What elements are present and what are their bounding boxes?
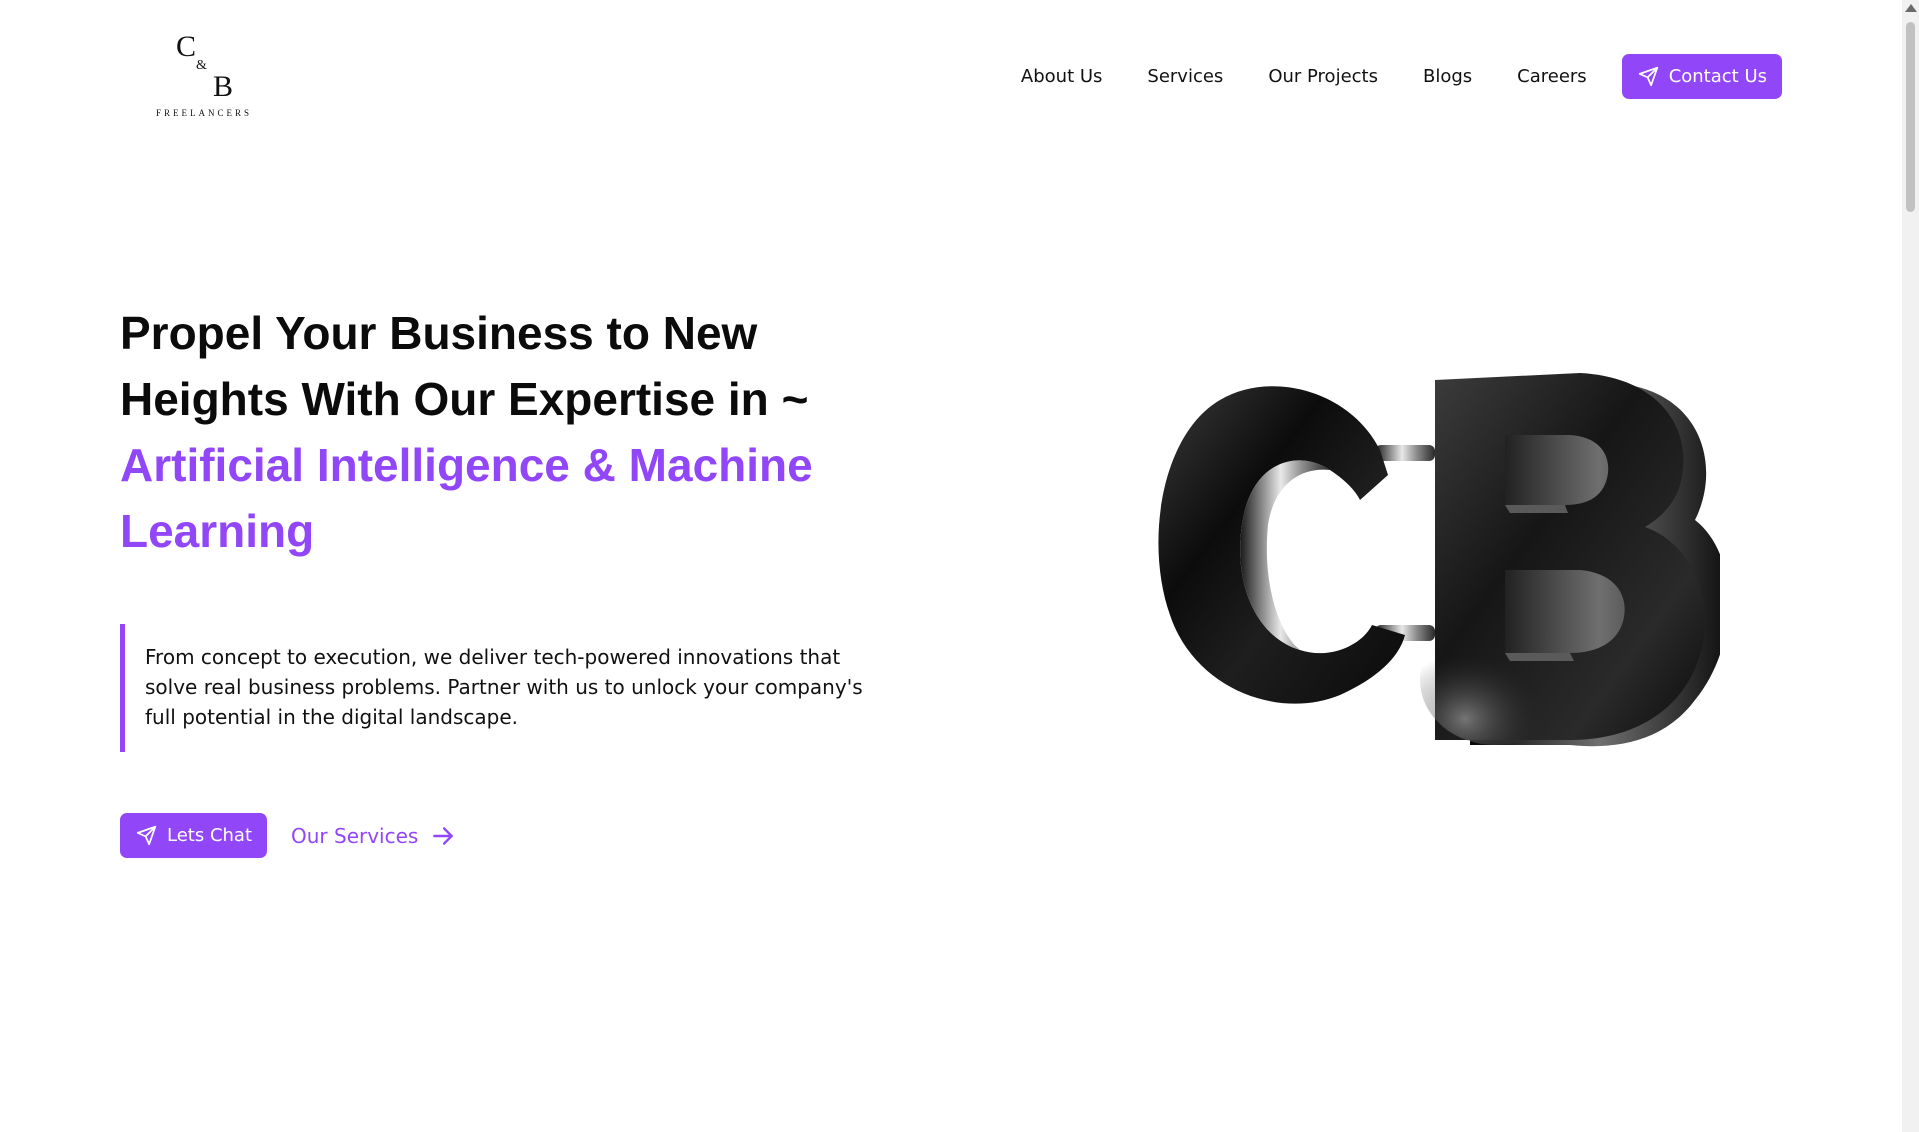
cb-connector-top [1375,445,1435,461]
logo[interactable]: C & B FREELANCERS [150,30,260,122]
nav-our-projects[interactable]: Our Projects [1268,55,1378,99]
cb-b-hole-wall-top [1505,505,1568,513]
page: C & B FREELANCERS About Us Services Our … [0,0,1919,1132]
logo-letter-b: B [213,70,234,103]
contact-us-label: Contact Us [1668,66,1767,87]
cb-letter-c [1158,386,1405,704]
logo-subtitle: FREELANCERS [156,108,253,118]
cb-letter-b-sheen [1420,615,1570,745]
lets-chat-button[interactable]: Lets Chat [120,813,268,858]
nav-careers[interactable]: Careers [1517,55,1587,99]
hero-description: From concept to execution, we deliver te… [120,624,865,752]
send-icon [1638,66,1658,87]
send-icon [136,825,157,846]
our-services-label: Our Services [291,823,419,848]
logo-letter-c: C [176,30,197,63]
hero-description-line-3: full potential in the digital landscape. [145,705,519,729]
hero-title-line-1: Propel Your Business to New [120,307,758,359]
our-services-link[interactable]: Our Services [291,813,456,858]
cb-b-hole-wall-bottom [1505,653,1574,661]
hero-title-line-2: Heights With Our Expertise in ~ [120,373,809,425]
scrollbar-thumb[interactable] [1906,22,1915,212]
hero-description-line-1: From concept to execution, we deliver te… [145,645,841,669]
contact-us-button[interactable]: Contact Us [1621,54,1782,99]
nav-about-us[interactable]: About Us [1021,55,1103,99]
lets-chat-label: Lets Chat [167,825,253,846]
arrow-right-icon [433,826,454,845]
logo-ampersand: & [196,58,207,73]
main-nav: About Us Services Our Projects Blogs Car… [1021,54,1782,99]
nav-blogs[interactable]: Blogs [1423,55,1472,99]
scroll-up-icon[interactable] [1905,4,1917,12]
hero-accent-line-1: Artificial Intelligence & Machine [120,439,813,491]
hero-description-line-2: solve real business problems. Partner wi… [145,675,863,699]
cb-3d-logo [1158,373,1720,747]
nav-services[interactable]: Services [1147,55,1223,99]
hero-title: Propel Your Business to New Heights With… [120,300,920,564]
vertical-scrollbar[interactable] [1902,0,1919,1132]
hero-accent-line-2: Learning [120,505,315,557]
